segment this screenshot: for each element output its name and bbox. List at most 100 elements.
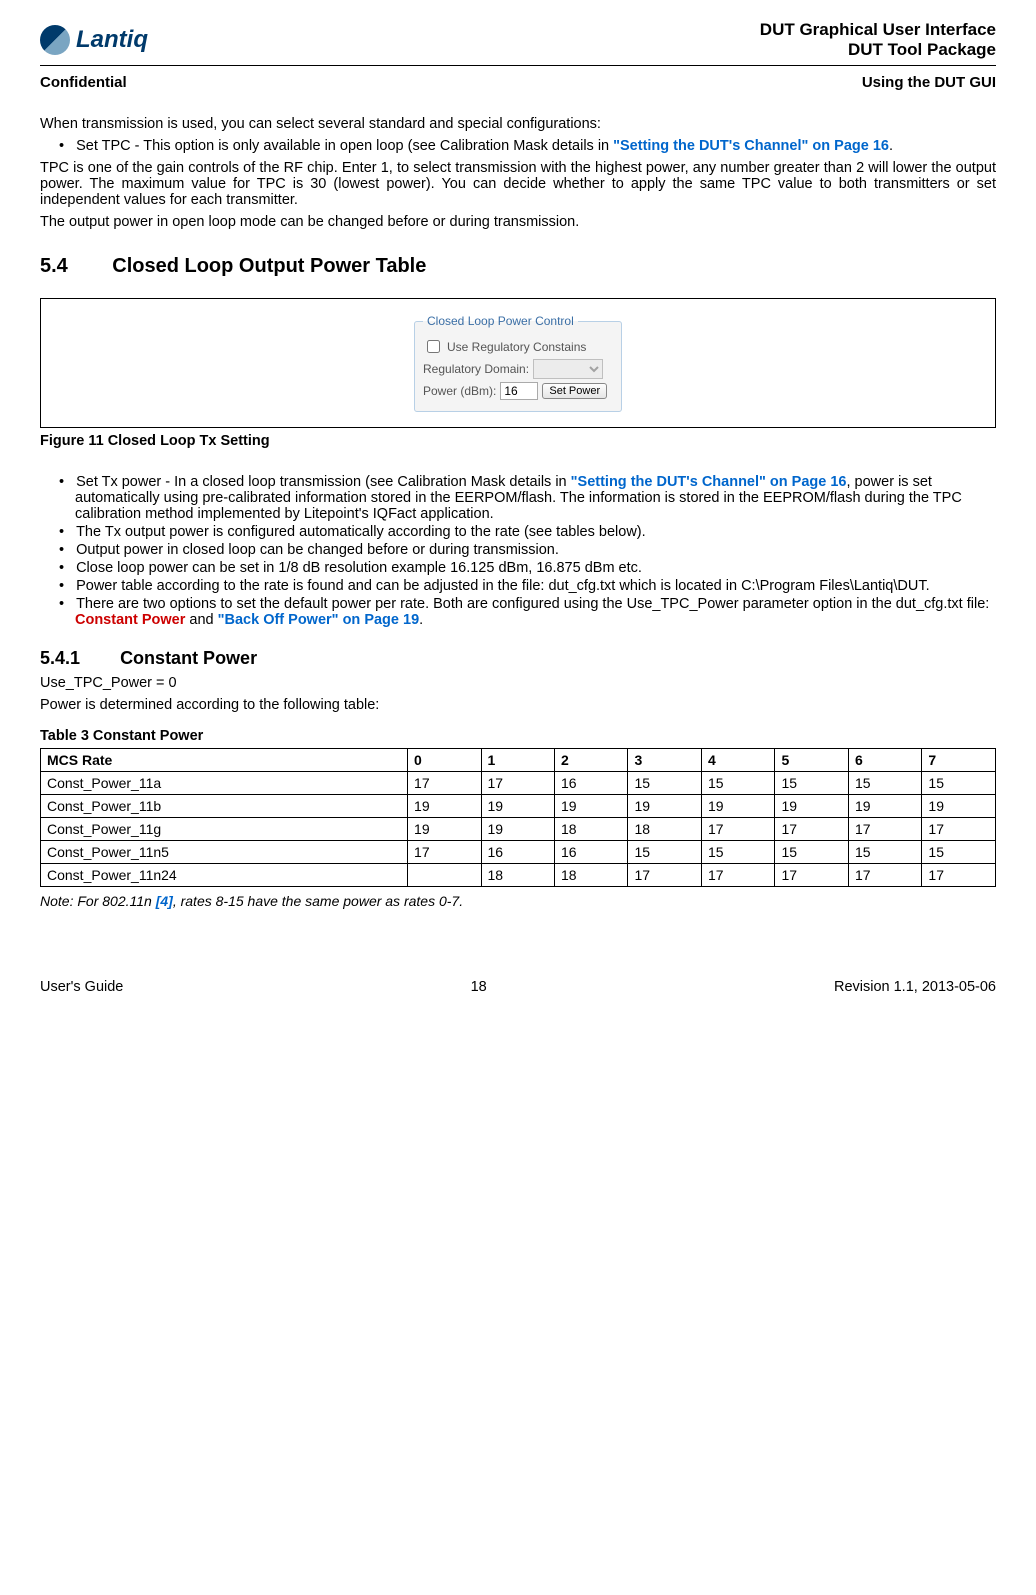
table-header: MCS Rate bbox=[41, 749, 408, 772]
bullet-set-tx-power: Set Tx power - In a closed loop transmis… bbox=[40, 474, 996, 522]
use-tpc-line: Use_TPC_Power = 0 bbox=[40, 675, 996, 691]
table-row: Const_Power_11b1919191919191919 bbox=[41, 795, 996, 818]
closed-loop-panel: Closed Loop Power Control Use Regulatory… bbox=[414, 314, 622, 412]
link-setting-channel[interactable]: "Setting the DUT's Channel" on Page 16 bbox=[613, 138, 889, 154]
table-3-title: Table 3 Constant Power bbox=[40, 728, 996, 744]
table-cell: 17 bbox=[922, 818, 996, 841]
table-header-row: MCS Rate01234567 bbox=[41, 749, 996, 772]
header: Lantiq DUT Graphical User Interface DUT … bbox=[40, 20, 996, 60]
table-cell: 18 bbox=[481, 864, 554, 887]
table-cell: Const_Power_11b bbox=[41, 795, 408, 818]
table-row: Const_Power_11n2418181717171717 bbox=[41, 864, 996, 887]
table-cell: 16 bbox=[555, 841, 628, 864]
table-row: Const_Power_11n51716161515151515 bbox=[41, 841, 996, 864]
table-cell: 17 bbox=[775, 818, 848, 841]
table-cell: 19 bbox=[701, 795, 774, 818]
header-divider bbox=[40, 65, 996, 66]
table-cell: 15 bbox=[848, 772, 921, 795]
table-cell: 17 bbox=[628, 864, 701, 887]
regulatory-domain-row: Regulatory Domain: bbox=[423, 359, 613, 379]
doc-title-line1: DUT Graphical User Interface bbox=[760, 20, 996, 40]
bullet-output-closed: Output power in closed loop can be chang… bbox=[40, 542, 996, 558]
logo-text: Lantiq bbox=[76, 26, 148, 54]
table-cell: 17 bbox=[481, 772, 554, 795]
intro-bullets: Set TPC - This option is only available … bbox=[40, 138, 996, 154]
table-cell: 19 bbox=[481, 795, 554, 818]
table-cell: 18 bbox=[628, 818, 701, 841]
link-constant-power[interactable]: Constant Power bbox=[75, 612, 185, 628]
logo: Lantiq bbox=[40, 25, 148, 55]
table-cell: 17 bbox=[775, 864, 848, 887]
footer-page: 18 bbox=[471, 979, 487, 995]
power-row: Power (dBm): Set Power bbox=[423, 382, 613, 400]
bullet-resolution: Close loop power can be set in 1/8 dB re… bbox=[40, 560, 996, 576]
table-cell: 17 bbox=[848, 864, 921, 887]
ref-4[interactable]: [4] bbox=[156, 893, 173, 909]
use-regulatory-row: Use Regulatory Constains bbox=[423, 337, 613, 356]
table-cell bbox=[408, 864, 481, 887]
power-label: Power (dBm): bbox=[423, 384, 496, 398]
regulatory-domain-label: Regulatory Domain: bbox=[423, 362, 529, 376]
table-header: 3 bbox=[628, 749, 701, 772]
use-regulatory-checkbox[interactable] bbox=[427, 340, 440, 353]
logo-icon bbox=[40, 25, 70, 55]
regulatory-domain-select[interactable] bbox=[533, 359, 603, 379]
section-5-4-heading: 5.4 Closed Loop Output Power Table bbox=[40, 255, 996, 278]
section-5-4-1-heading: 5.4.1 Constant Power bbox=[40, 648, 996, 669]
link-back-off-power[interactable]: "Back Off Power" on Page 19 bbox=[218, 612, 420, 628]
table-cell: 19 bbox=[555, 795, 628, 818]
table-cell: 17 bbox=[701, 864, 774, 887]
table-row: Const_Power_11g1919181817171717 bbox=[41, 818, 996, 841]
table-cell: 15 bbox=[701, 772, 774, 795]
table-header: 2 bbox=[555, 749, 628, 772]
table-cell: Const_Power_11a bbox=[41, 772, 408, 795]
doc-title-line2: DUT Tool Package bbox=[760, 40, 996, 60]
table-cell: 15 bbox=[628, 772, 701, 795]
set-power-button[interactable]: Set Power bbox=[542, 383, 607, 399]
subheader: Confidential Using the DUT GUI bbox=[40, 74, 996, 91]
table-cell: 17 bbox=[848, 818, 921, 841]
table-cell: 19 bbox=[628, 795, 701, 818]
bullet-power-table-file: Power table according to the rate is fou… bbox=[40, 578, 996, 594]
intro-p2: TPC is one of the gain controls of the R… bbox=[40, 160, 996, 208]
confidential-label: Confidential bbox=[40, 74, 127, 91]
table-cell: 19 bbox=[848, 795, 921, 818]
bullet-tx-output: The Tx output power is configured automa… bbox=[40, 524, 996, 540]
section-label: Using the DUT GUI bbox=[862, 74, 996, 91]
table-cell: 15 bbox=[922, 772, 996, 795]
section-5-4-bullets: Set Tx power - In a closed loop transmis… bbox=[40, 474, 996, 628]
table-cell: 15 bbox=[775, 841, 848, 864]
table-cell: 18 bbox=[555, 818, 628, 841]
intro-bullet-1: Set TPC - This option is only available … bbox=[40, 138, 996, 154]
table-cell: 16 bbox=[481, 841, 554, 864]
power-input[interactable] bbox=[500, 382, 538, 400]
table-header: 4 bbox=[701, 749, 774, 772]
panel-legend: Closed Loop Power Control bbox=[423, 314, 578, 328]
figure-11-caption: Figure 11 Closed Loop Tx Setting bbox=[40, 433, 996, 449]
table-cell: 17 bbox=[701, 818, 774, 841]
bullet-two-options: There are two options to set the default… bbox=[40, 596, 996, 628]
intro-p3: The output power in open loop mode can b… bbox=[40, 214, 996, 230]
table-header: 1 bbox=[481, 749, 554, 772]
table-cell: 18 bbox=[555, 864, 628, 887]
table-cell: 19 bbox=[922, 795, 996, 818]
table-row: Const_Power_11a1717161515151515 bbox=[41, 772, 996, 795]
table-cell: 19 bbox=[408, 818, 481, 841]
table-cell: 15 bbox=[775, 772, 848, 795]
table-cell: 15 bbox=[701, 841, 774, 864]
table-cell: Const_Power_11n5 bbox=[41, 841, 408, 864]
link-setting-channel-2[interactable]: "Setting the DUT's Channel" on Page 16 bbox=[571, 474, 847, 490]
table-cell: 19 bbox=[481, 818, 554, 841]
intro-p1: When transmission is used, you can selec… bbox=[40, 116, 996, 132]
footer: User's Guide 18 Revision 1.1, 2013-05-06 bbox=[40, 979, 996, 995]
table-header: 5 bbox=[775, 749, 848, 772]
table-body: Const_Power_11a1717161515151515Const_Pow… bbox=[41, 772, 996, 887]
use-regulatory-label: Use Regulatory Constains bbox=[447, 340, 586, 354]
table-header: 0 bbox=[408, 749, 481, 772]
table-cell: 17 bbox=[408, 841, 481, 864]
table-cell: 19 bbox=[408, 795, 481, 818]
footer-right: Revision 1.1, 2013-05-06 bbox=[834, 979, 996, 995]
constant-power-table: MCS Rate01234567 Const_Power_11a17171615… bbox=[40, 748, 996, 887]
table-cell: 15 bbox=[628, 841, 701, 864]
table-cell: Const_Power_11n24 bbox=[41, 864, 408, 887]
